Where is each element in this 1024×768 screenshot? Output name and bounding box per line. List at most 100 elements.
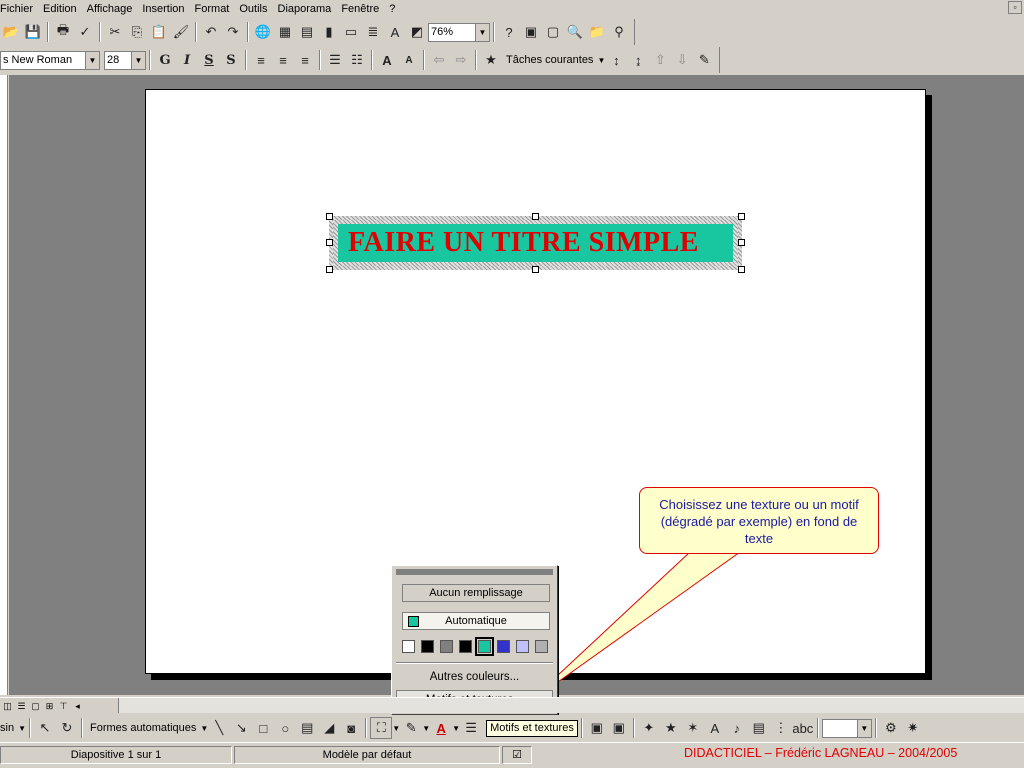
increase-font-icon[interactable]: A — [376, 49, 398, 71]
clipart-icon[interactable]: ◙ — [340, 717, 362, 739]
custom-animation-icon[interactable]: ⚙ — [880, 717, 902, 739]
menu-help[interactable]: ? — [384, 2, 400, 16]
preview-icon[interactable]: 🔍 — [564, 21, 586, 43]
chevron-down-icon[interactable]: ▼ — [597, 56, 605, 65]
ellipse-icon[interactable]: ○ — [274, 717, 296, 739]
line-color-icon[interactable]: ✎ — [400, 717, 422, 739]
shadow-button[interactable]: S — [220, 49, 242, 71]
arrow-icon[interactable]: ↘ — [230, 717, 252, 739]
copy-icon[interactable]: ⎘ — [126, 21, 148, 43]
menu-fenetre[interactable]: Fenêtre — [336, 2, 384, 16]
open-icon[interactable]: 📂 — [0, 21, 22, 43]
more-colors-item[interactable]: Autres couleurs... — [396, 668, 553, 688]
slide-view-icon[interactable]: ▣ — [520, 21, 542, 43]
order-icon[interactable]: ⋮ — [770, 717, 792, 739]
menu-diaporama[interactable]: Diaporama — [273, 2, 337, 16]
redo-icon[interactable]: ↷ — [222, 21, 244, 43]
line-icon[interactable]: ╲ — [208, 717, 230, 739]
grayscale-icon[interactable]: ◩ — [406, 21, 428, 43]
resize-handle-s[interactable] — [532, 266, 539, 273]
animation-icon[interactable]: ✎ — [693, 49, 715, 71]
action-icon[interactable]: ✷ — [902, 717, 924, 739]
binoculars-icon[interactable]: ⚲ — [608, 21, 630, 43]
chevron-down-icon[interactable]: ▼ — [200, 724, 208, 733]
menu-edition[interactable]: Edition — [38, 2, 82, 16]
textbox-icon[interactable]: ▤ — [296, 717, 318, 739]
animation-effects-icon[interactable]: ✦ — [638, 717, 660, 739]
show-formatting-icon[interactable]: A — [384, 21, 406, 43]
sound-icon[interactable]: ♪ — [726, 717, 748, 739]
resize-handle-w[interactable] — [326, 239, 333, 246]
bold-button[interactable]: G — [154, 49, 176, 71]
move-up-icon[interactable]: ⇧ — [649, 49, 671, 71]
chevron-down-icon[interactable]: ▼ — [392, 724, 400, 733]
line-spacing-icon[interactable]: ↕ — [605, 49, 627, 71]
swatch-blue[interactable] — [497, 640, 510, 653]
chevron-down-icon[interactable]: ▼ — [475, 23, 489, 41]
abc-icon[interactable]: abc — [792, 717, 814, 739]
font-color-icon[interactable]: A — [430, 717, 452, 739]
preset-animation-icon[interactable]: ★ — [660, 717, 682, 739]
automatic-fill-button[interactable]: Automatique — [402, 612, 550, 630]
open-folder-icon[interactable]: 📁 — [586, 21, 608, 43]
swatch-teal-selected[interactable] — [475, 637, 494, 656]
italic-button[interactable]: I — [176, 49, 198, 71]
tasks-dropdown[interactable]: Tâches courantes — [502, 54, 597, 66]
print-icon[interactable]: 🖶 — [52, 21, 74, 43]
draw-menu[interactable]: sin — [0, 722, 18, 734]
decrease-font-icon[interactable]: A — [398, 49, 420, 71]
shadow-icon[interactable]: ▣ — [586, 717, 608, 739]
new-slide-icon[interactable]: ▭ — [340, 21, 362, 43]
menu-outils[interactable]: Outils — [234, 2, 272, 16]
presentation-icon[interactable]: ▢ — [542, 21, 564, 43]
align-left-icon[interactable]: ≡ — [250, 49, 272, 71]
move-down-icon[interactable]: ⇩ — [671, 49, 693, 71]
zoom-select[interactable]: 76% ▼ — [428, 22, 490, 42]
sorter-view-icon[interactable]: ⊞ — [43, 700, 56, 712]
tasks-icon[interactable]: ★ — [480, 49, 502, 71]
resize-handle-nw[interactable] — [326, 213, 333, 220]
transition-icon[interactable]: ✶ — [682, 717, 704, 739]
hyperlink-icon[interactable]: 🌐 — [252, 21, 274, 43]
window-restore-icon[interactable]: ▫ — [1008, 1, 1022, 14]
chevron-down-icon[interactable]: ▼ — [422, 724, 430, 733]
align-right-icon[interactable]: ≡ — [294, 49, 316, 71]
record-icon[interactable]: ▤ — [748, 717, 770, 739]
line-style-icon[interactable]: ☰ — [460, 717, 482, 739]
paragraph-spacing-icon[interactable]: ↨ — [627, 49, 649, 71]
chevron-down-icon[interactable]: ▼ — [131, 51, 145, 69]
3d-icon[interactable]: ▣ — [608, 717, 630, 739]
resize-handle-n[interactable] — [532, 213, 539, 220]
underline-button[interactable]: S — [198, 49, 220, 71]
menu-affichage[interactable]: Affichage — [82, 2, 138, 16]
promote-icon[interactable]: ⇦ — [428, 49, 450, 71]
swatch-black[interactable] — [421, 640, 434, 653]
swatch-silver[interactable] — [535, 640, 548, 653]
slide-view-icon[interactable]: ▢ — [29, 700, 42, 712]
rectangle-icon[interactable]: □ — [252, 717, 274, 739]
numbering-icon[interactable]: ☰ — [324, 49, 346, 71]
insert-table-icon[interactable]: ▤ — [296, 21, 318, 43]
outline-view-icon[interactable]: ☰ — [15, 700, 28, 712]
chevron-down-icon[interactable]: ▼ — [18, 724, 26, 733]
resize-handle-se[interactable] — [738, 266, 745, 273]
swatch-black-2[interactable] — [459, 640, 472, 653]
format-painter-icon[interactable]: 🖌 — [170, 21, 192, 43]
horizontal-scrollbar[interactable] — [118, 698, 1024, 713]
autoshapes-menu[interactable]: Formes automatiques — [86, 722, 200, 734]
slideshow-view-icon[interactable]: ⊤ — [57, 700, 70, 712]
outline-pane[interactable] — [0, 75, 8, 695]
no-fill-button[interactable]: Aucun remplissage — [402, 584, 550, 602]
font-name-select[interactable]: s New Roman ▼ — [0, 50, 100, 70]
spellcheck-status-icon[interactable]: ☑ — [502, 745, 532, 764]
expand-all-icon[interactable]: ≣ — [362, 21, 384, 43]
fill-color-icon[interactable]: ⛶ — [370, 717, 393, 739]
resize-handle-ne[interactable] — [738, 213, 745, 220]
text-effects-icon[interactable]: A — [704, 717, 726, 739]
chevron-down-icon[interactable]: ▼ — [452, 724, 460, 733]
save-icon[interactable]: 💾 — [22, 21, 44, 43]
swatch-gray[interactable] — [440, 640, 453, 653]
title-textbox[interactable]: FAIRE UN TITRE SIMPLE — [329, 216, 742, 270]
rotate-icon[interactable]: ↻ — [56, 717, 78, 739]
cut-icon[interactable]: ✂ — [104, 21, 126, 43]
